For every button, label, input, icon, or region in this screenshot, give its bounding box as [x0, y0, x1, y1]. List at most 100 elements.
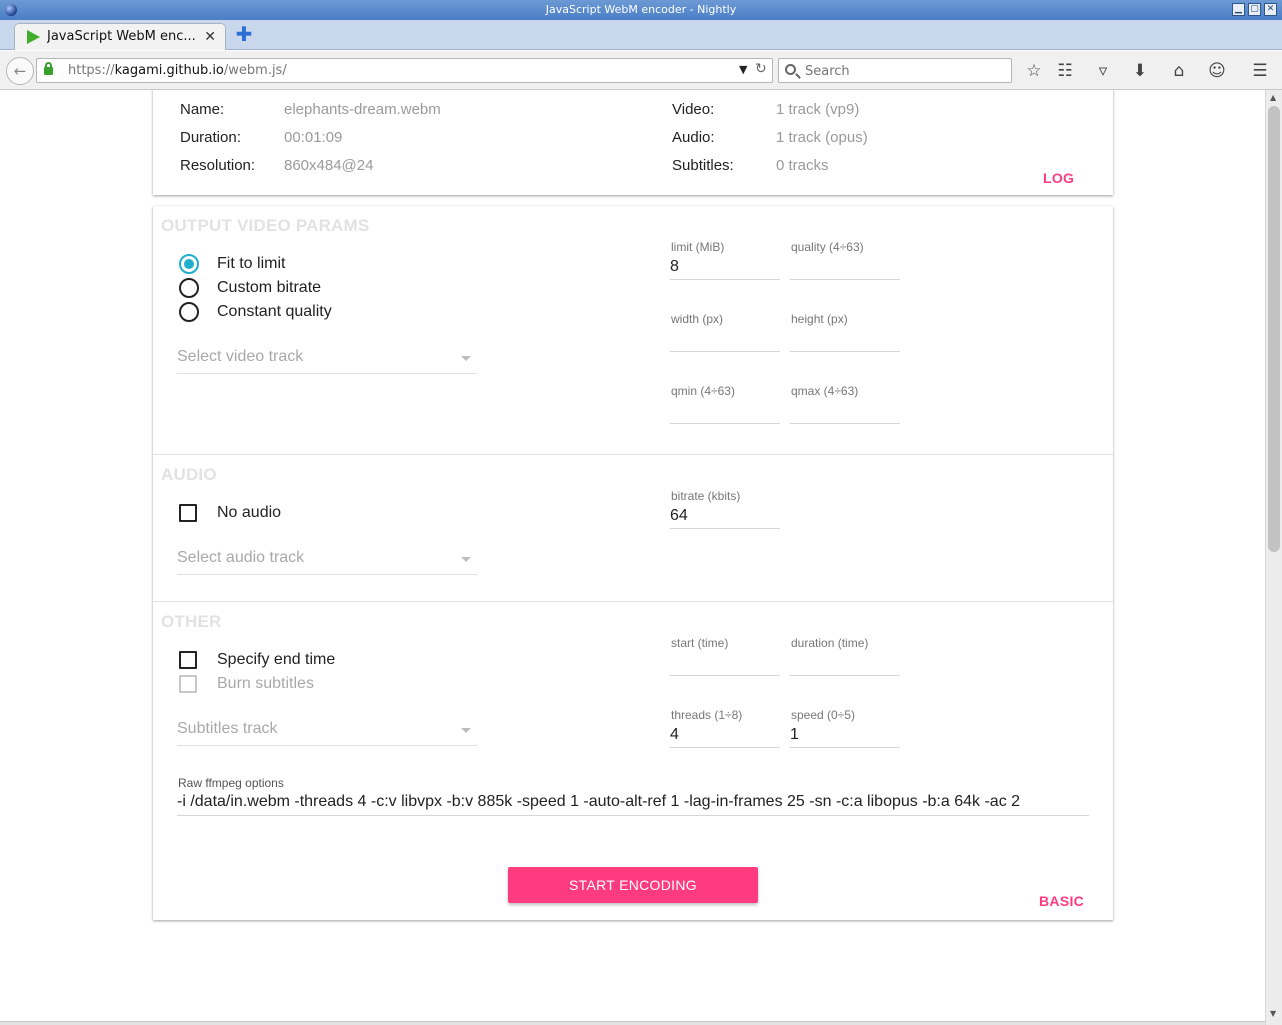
radio-checked-icon[interactable] [179, 254, 199, 274]
url-prefix: https:// [68, 63, 115, 78]
audio-bitrate-input[interactable] [670, 505, 780, 529]
start-time-input[interactable] [670, 652, 780, 676]
download-icon[interactable]: ⬇ [1129, 60, 1151, 82]
threads-field: threads (1÷8) [670, 708, 780, 754]
info-key: Duration: [180, 129, 241, 146]
chat-icon[interactable]: ☺ [1206, 60, 1228, 82]
chevron-down-icon [461, 557, 471, 562]
reading-list-icon[interactable]: ☷ [1054, 60, 1076, 82]
qmax-input[interactable] [790, 400, 900, 424]
checkbox-icon[interactable] [179, 675, 197, 693]
tab-webm-encoder[interactable]: JavaScript WebM enc... ✕ [14, 23, 226, 50]
info-key: Name: [180, 101, 225, 118]
pocket-icon[interactable]: ▿ [1092, 60, 1114, 82]
menu-icon[interactable]: ☰ [1249, 60, 1271, 82]
scrollbar-thumb[interactable] [1268, 106, 1280, 552]
start-time-field: start (time) [670, 636, 780, 682]
audio-track-select[interactable]: Select audio track [177, 545, 477, 575]
field-label: quality (4÷63) [791, 240, 864, 254]
reload-icon[interactable]: ↻ [755, 61, 767, 77]
height-input[interactable] [790, 328, 900, 352]
field-label: Raw ffmpeg options [178, 776, 284, 790]
select-placeholder: Select audio track [177, 549, 305, 566]
url-bar[interactable]: https://kagami.github.io/webm.js/ ▼ ↻ [36, 58, 773, 83]
url-path: /webm.js/ [223, 63, 287, 78]
audio-track-value: 1 track (opus) [776, 129, 868, 146]
maximize-button[interactable]: ▢ [1248, 3, 1261, 16]
search-input[interactable] [803, 62, 1003, 80]
window-titlebar: JavaScript WebM encoder - Nightly ▁ ▢ ✕ [0, 0, 1282, 20]
qmax-field: qmax (4÷63) [790, 384, 900, 430]
quality-input[interactable] [790, 256, 900, 280]
basic-mode-button[interactable]: BASIC [1039, 893, 1084, 909]
tab-strip: JavaScript WebM enc... ✕ [0, 20, 1282, 50]
subtitles-value: 0 tracks [776, 157, 829, 174]
section-divider [153, 454, 1113, 455]
option-label: Custom bitrate [217, 279, 322, 296]
raw-ffmpeg-options-input[interactable] [177, 790, 1089, 816]
search-icon [785, 64, 796, 75]
quality-field: quality (4÷63) [790, 240, 900, 286]
back-button[interactable]: ← [6, 57, 34, 85]
file-name-value: elephants-dream.webm [284, 101, 441, 118]
option-label: No audio [217, 504, 282, 521]
checkbox-icon[interactable] [179, 504, 197, 522]
duration-time-input[interactable] [790, 652, 900, 676]
option-label: Burn subtitles [217, 675, 314, 692]
video-track-select[interactable]: Select video track [177, 344, 477, 374]
qmin-field: qmin (4÷63) [670, 384, 780, 430]
field-label: speed (0÷5) [791, 708, 855, 722]
home-icon[interactable]: ⌂ [1168, 60, 1190, 82]
chevron-down-icon[interactable]: ▼ [739, 63, 747, 76]
info-key: Audio: [672, 129, 715, 146]
limit-input[interactable] [670, 256, 780, 280]
window-close-button[interactable]: ✕ [1264, 3, 1277, 16]
new-tab-button[interactable]: ✚ [234, 24, 254, 44]
page-scrollbar[interactable]: ▲ ▼ [1265, 90, 1282, 1025]
file-info-card: Name: elephants-dream.webm Duration: 00:… [153, 90, 1113, 195]
start-encoding-button[interactable]: START ENCODING [508, 867, 758, 903]
field-label: bitrate (kbits) [671, 489, 741, 503]
log-button[interactable]: LOG [1043, 170, 1074, 186]
checkbox-icon[interactable] [179, 651, 197, 669]
radio-icon[interactable] [179, 278, 199, 298]
duration-time-field: duration (time) [790, 636, 900, 682]
field-label: threads (1÷8) [671, 708, 743, 722]
lock-icon [44, 62, 53, 75]
option-label: Constant quality [217, 303, 332, 320]
close-icon[interactable]: ✕ [204, 24, 216, 50]
nav-bar: ← https://kagami.github.io/webm.js/ ▼ ↻ … [0, 51, 1282, 90]
qmin-input[interactable] [670, 400, 780, 424]
minimize-button[interactable]: ▁ [1232, 3, 1245, 16]
url-text[interactable]: https://kagami.github.io/webm.js/ [68, 63, 287, 78]
scroll-up-icon[interactable]: ▲ [1270, 93, 1276, 102]
star-icon[interactable]: ☆ [1023, 60, 1045, 82]
search-bar[interactable] [778, 58, 1012, 83]
threads-input[interactable] [670, 724, 780, 748]
field-label: start (time) [671, 636, 729, 650]
chevron-down-icon [461, 356, 471, 361]
speed-input[interactable] [790, 724, 900, 748]
width-input[interactable] [670, 328, 780, 352]
select-placeholder: Select video track [177, 348, 304, 365]
speed-field: speed (0÷5) [790, 708, 900, 754]
duration-value: 00:01:09 [284, 129, 343, 146]
limit-field: limit (MiB) [670, 240, 780, 286]
option-label: Fit to limit [217, 255, 286, 272]
subtitles-track-select[interactable]: Subtitles track [177, 716, 477, 746]
play-icon [27, 30, 40, 44]
chevron-down-icon [461, 728, 471, 733]
page-content: Name: elephants-dream.webm Duration: 00:… [0, 90, 1265, 1021]
section-title-audio: AUDIO [161, 465, 217, 484]
height-field: height (px) [790, 312, 900, 358]
section-divider [153, 601, 1113, 602]
info-key: Subtitles: [672, 157, 734, 174]
video-track-value: 1 track (vp9) [776, 101, 860, 118]
encoding-params-card: OUTPUT VIDEO PARAMS Fit to limit Custom … [153, 206, 1113, 920]
url-host: kagami.github.io [114, 63, 224, 78]
field-label: qmin (4÷63) [671, 384, 735, 398]
radio-icon[interactable] [179, 302, 199, 322]
scroll-down-icon[interactable]: ▼ [1270, 1009, 1276, 1018]
app-logo-icon [5, 4, 17, 16]
audio-bitrate-field: bitrate (kbits) [670, 489, 780, 535]
